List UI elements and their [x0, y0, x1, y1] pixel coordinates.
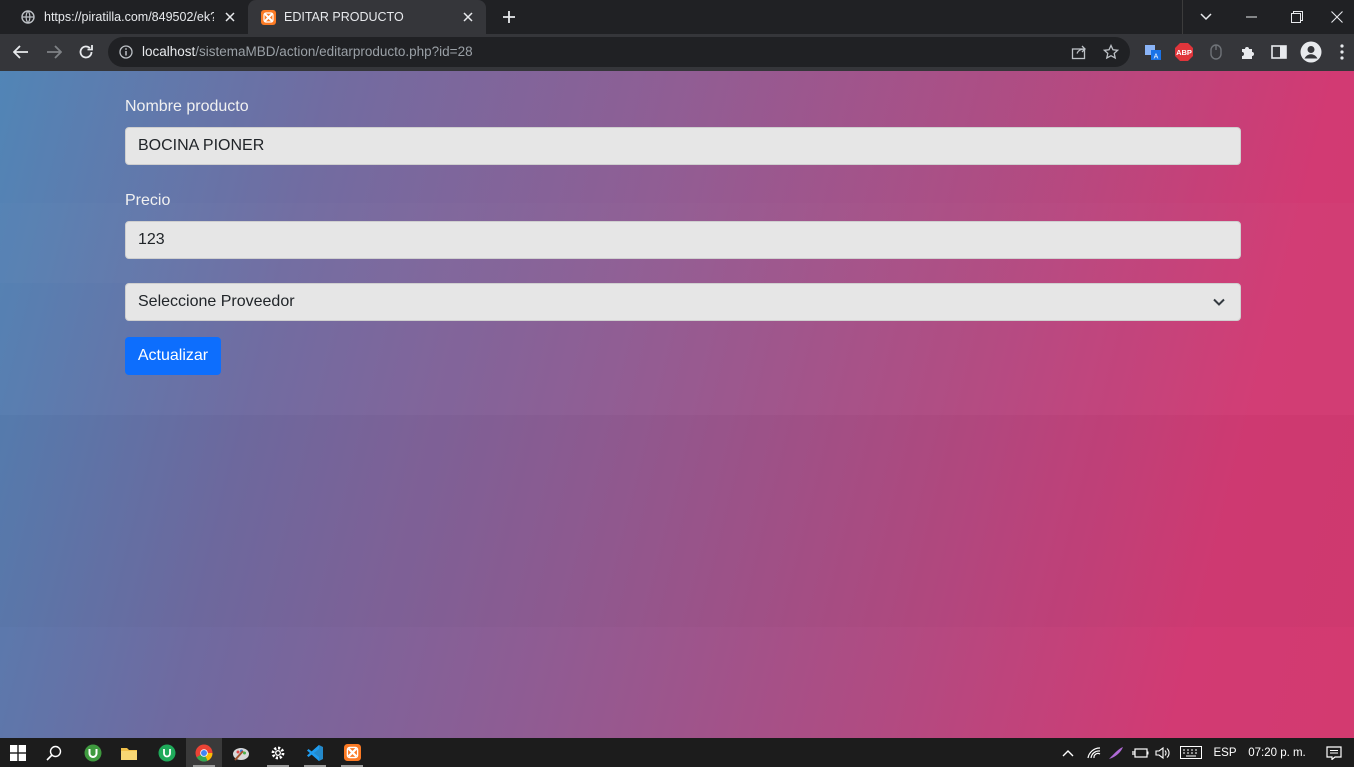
address-bar[interactable]: localhost/sistemaMBD/action/editarproduc… — [108, 37, 1130, 67]
provider-select[interactable]: Seleccione Proveedor — [125, 283, 1241, 321]
paint-icon[interactable] — [223, 738, 259, 767]
address-url: localhost/sistemaMBD/action/editarproduc… — [142, 44, 473, 59]
address-host: localhost — [142, 44, 196, 59]
file-explorer-icon[interactable] — [111, 738, 147, 767]
translate-icon[interactable]: A — [1139, 38, 1167, 66]
price-input[interactable] — [125, 221, 1241, 259]
volume-icon[interactable] — [1153, 738, 1173, 767]
tab-strip: https://piratilla.com/849502/ek?c EDITAR… — [0, 0, 1354, 34]
tab-title: EDITAR PRODUCTO — [284, 10, 404, 24]
pen-icon[interactable] — [1106, 738, 1126, 767]
notifications-icon[interactable] — [1320, 738, 1348, 767]
svg-text:ABP: ABP — [1176, 48, 1192, 57]
xampp-icon — [260, 9, 276, 25]
battery-plug-icon[interactable] — [1130, 738, 1150, 767]
bookmark-star-icon[interactable] — [1102, 43, 1120, 61]
wifi-icon[interactable] — [1084, 738, 1104, 767]
minimize-icon[interactable] — [1228, 0, 1274, 34]
search-icon[interactable] — [36, 738, 72, 767]
background-band — [0, 415, 1354, 627]
language-indicator[interactable]: ESP — [1208, 738, 1242, 767]
new-tab-icon[interactable] — [497, 5, 521, 29]
restore-icon[interactable] — [1274, 0, 1320, 34]
forward-icon[interactable] — [40, 38, 68, 66]
chevron-up-icon[interactable] — [1058, 738, 1078, 767]
close-tab-icon[interactable] — [460, 9, 476, 25]
utorrent-icon[interactable] — [75, 738, 111, 767]
windows-taskbar: ESP 07:20 p. m. — [0, 738, 1354, 767]
info-icon[interactable] — [118, 44, 134, 60]
back-icon[interactable] — [7, 38, 35, 66]
chrome-icon[interactable] — [186, 738, 222, 767]
keyboard-icon[interactable] — [1178, 738, 1204, 767]
chevron-down-icon — [1213, 298, 1225, 306]
share-icon[interactable] — [1070, 43, 1088, 61]
page-content: Nombre producto Precio Seleccione Provee… — [0, 71, 1354, 738]
puzzle-icon[interactable] — [1234, 38, 1262, 66]
adblock-icon[interactable]: ABP — [1170, 38, 1198, 66]
provider-select-value: Seleccione Proveedor — [138, 293, 295, 310]
mouse-icon[interactable] — [1202, 38, 1230, 66]
product-name-label: Nombre producto — [125, 98, 249, 115]
xampp-taskbar-icon[interactable] — [334, 738, 370, 767]
clock[interactable]: 07:20 p. m. — [1244, 738, 1310, 767]
svg-text:A: A — [1154, 54, 1159, 61]
green-app-icon[interactable] — [149, 738, 185, 767]
tab-title: https://piratilla.com/849502/ek?c — [44, 10, 214, 24]
close-window-icon[interactable] — [1320, 0, 1354, 34]
menu-kebab-icon[interactable] — [1328, 38, 1354, 66]
profile-avatar-icon[interactable] — [1297, 38, 1325, 66]
globe-icon — [20, 9, 36, 25]
browser-toolbar: localhost/sistemaMBD/action/editarproduc… — [0, 34, 1354, 71]
windows-start-icon[interactable] — [0, 738, 36, 767]
update-button[interactable]: Actualizar — [125, 337, 221, 375]
side-panel-icon[interactable] — [1265, 38, 1293, 66]
price-label: Precio — [125, 192, 171, 209]
vscode-icon[interactable] — [297, 738, 333, 767]
tab-piratilla[interactable]: https://piratilla.com/849502/ek?c — [8, 0, 248, 34]
settings-gear-icon[interactable] — [260, 738, 296, 767]
tab-search-icon[interactable] — [1182, 0, 1228, 34]
address-path: /sistemaMBD/action/editarproducto.php?id… — [195, 44, 473, 59]
product-name-input[interactable] — [125, 127, 1241, 165]
close-tab-icon[interactable] — [222, 9, 238, 25]
tab-editar-producto[interactable]: EDITAR PRODUCTO — [248, 0, 486, 34]
reload-icon[interactable] — [72, 38, 100, 66]
